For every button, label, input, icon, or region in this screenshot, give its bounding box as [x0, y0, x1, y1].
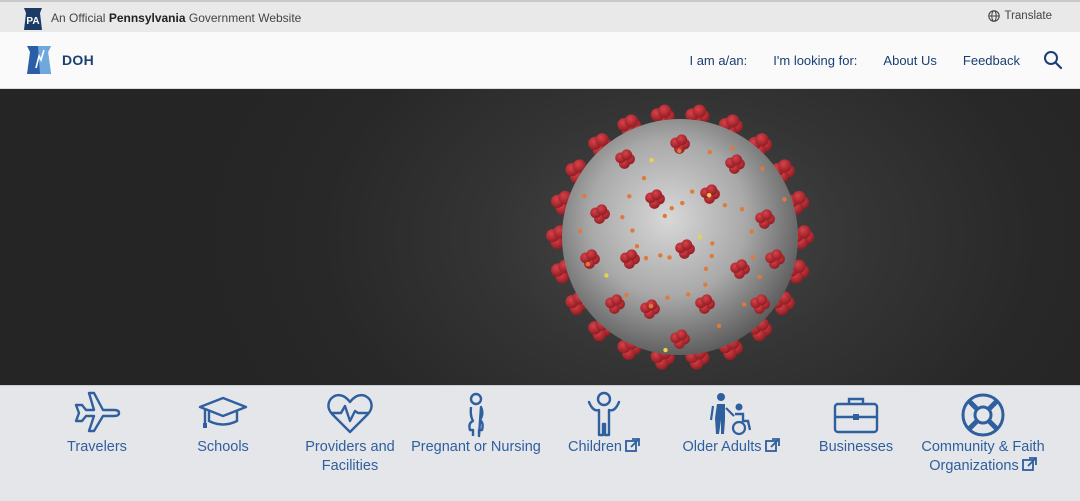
- child-icon: [587, 391, 621, 437]
- life-ring-icon: [961, 393, 1005, 437]
- audience-categories: Travelers Schools Providers and Faciliti…: [0, 385, 1080, 501]
- virus-dot: [703, 282, 708, 287]
- category-label: Older Adults: [666, 438, 796, 457]
- virus-dot: [604, 273, 609, 278]
- nav-about-us[interactable]: About Us: [883, 53, 936, 68]
- virus-dot: [665, 295, 670, 300]
- virus-dot: [730, 146, 735, 151]
- virus-dot: [709, 253, 714, 259]
- globe-icon: [988, 10, 1001, 22]
- hero-banner: [0, 89, 1080, 385]
- category-businesses[interactable]: Businesses: [791, 386, 921, 457]
- virus-dot: [658, 253, 663, 258]
- virus-dot: [703, 266, 709, 271]
- category-label: Businesses: [818, 439, 894, 455]
- virus-dot: [627, 194, 632, 199]
- category-label: Children: [539, 438, 669, 457]
- translate-label: Translate: [1004, 10, 1052, 22]
- virus-dot: [706, 192, 712, 198]
- virus-dot: [782, 197, 787, 202]
- category-travelers[interactable]: Travelers: [32, 386, 162, 457]
- virus-dot: [722, 203, 728, 208]
- virus-dot: [677, 148, 682, 154]
- virus-dot: [710, 241, 715, 246]
- virus-dot: [663, 347, 668, 353]
- nav-feedback[interactable]: Feedback: [963, 53, 1020, 68]
- external-link-icon: [625, 438, 640, 452]
- virus-dot: [680, 200, 685, 206]
- coronavirus-illustration: [546, 104, 815, 370]
- virus-dot: [739, 206, 745, 212]
- virus-dot: [686, 292, 691, 297]
- virus-dot: [697, 234, 703, 240]
- virus-dot: [757, 274, 762, 280]
- pa-keystone-icon: PA: [24, 8, 42, 30]
- external-link-icon: [1021, 457, 1037, 471]
- virus-dot: [577, 228, 583, 234]
- virus-dot: [716, 323, 722, 329]
- graduation-cap-icon: [198, 396, 248, 428]
- nav-looking-for[interactable]: I'm looking for:: [773, 53, 857, 68]
- doh-keystone-logo[interactable]: [24, 44, 54, 76]
- category-label: Pregnant or Nursing: [411, 439, 541, 455]
- virus-dot: [741, 302, 747, 307]
- category-providers-facilities[interactable]: Providers and Facilities: [285, 386, 415, 476]
- site-header: DOH I am a/an: I'm looking for: About Us…: [0, 32, 1080, 89]
- virus-dot: [749, 229, 754, 234]
- category-label: Schools: [197, 439, 249, 455]
- virus-dot: [624, 292, 629, 298]
- virus-dot: [630, 228, 635, 233]
- pregnant-woman-icon: [468, 392, 484, 438]
- category-community-faith[interactable]: Community & Faith Organizations: [918, 386, 1048, 476]
- category-older-adults[interactable]: Older Adults: [666, 386, 796, 457]
- virus-dot: [641, 175, 647, 181]
- category-label: Travelers: [67, 439, 127, 455]
- external-link-icon: [764, 438, 780, 452]
- main-nav: I am a/an: I'm looking for: About Us Fee…: [689, 53, 1020, 68]
- older-adults-icon: [709, 393, 752, 436]
- category-schools[interactable]: Schools: [158, 386, 288, 457]
- virus-dot: [648, 303, 654, 309]
- virus-dot: [634, 244, 640, 249]
- briefcase-icon: [833, 397, 879, 434]
- virus-dot: [643, 255, 649, 261]
- category-label: Providers and Facilities: [305, 439, 395, 474]
- virus-dot: [667, 255, 672, 260]
- nav-i-am[interactable]: I am a/an:: [689, 53, 747, 68]
- official-website-text: An Official Pennsylvania Government Webs…: [51, 11, 302, 25]
- virus-dot: [585, 261, 591, 267]
- heart-pulse-icon: [327, 393, 373, 434]
- virus-dot: [669, 205, 674, 211]
- virus-dot: [649, 157, 654, 163]
- virus-dot: [662, 213, 668, 219]
- virus-dot: [689, 189, 695, 194]
- search-icon[interactable]: [1043, 50, 1063, 70]
- category-children[interactable]: Children: [539, 386, 669, 457]
- site-name[interactable]: DOH: [62, 52, 94, 68]
- airplane-icon: [74, 391, 121, 433]
- virus-dot: [707, 149, 713, 155]
- category-pregnant-nursing[interactable]: Pregnant or Nursing: [411, 386, 541, 457]
- virus-dot: [751, 255, 756, 260]
- category-label: Community & Faith Organizations: [921, 439, 1045, 474]
- official-website-bar: PA An Official Pennsylvania Government W…: [0, 0, 1080, 32]
- virus-dot: [620, 215, 625, 220]
- virus-dot: [582, 193, 587, 199]
- virus-dot: [760, 166, 765, 171]
- translate-button[interactable]: Translate: [988, 10, 1052, 22]
- svg-text:PA: PA: [26, 16, 39, 27]
